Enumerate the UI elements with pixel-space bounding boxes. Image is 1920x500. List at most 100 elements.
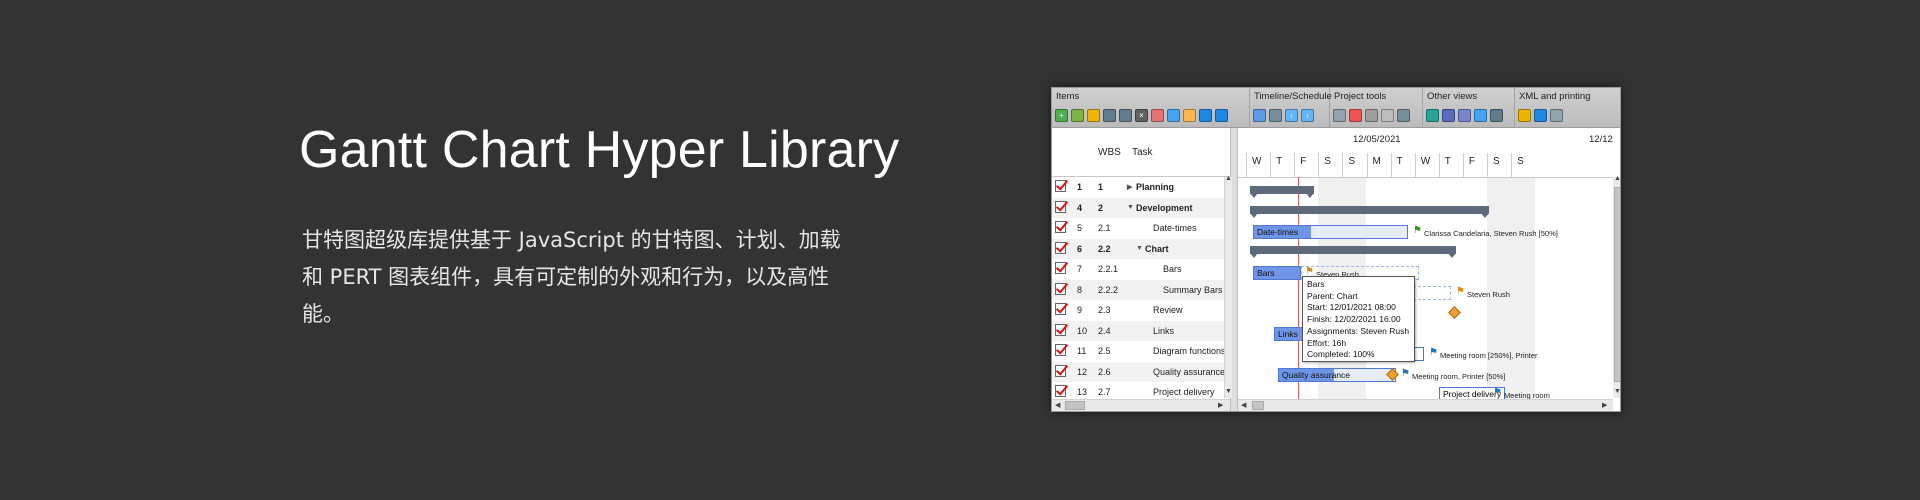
completed-checkbox[interactable] bbox=[1055, 262, 1066, 274]
load-chart-icon[interactable] bbox=[1426, 109, 1439, 122]
tooltip-parent: Parent: Chart bbox=[1307, 290, 1358, 301]
completed-checkbox[interactable] bbox=[1055, 180, 1066, 192]
scroll-right-icon[interactable]: › bbox=[1301, 109, 1314, 122]
day-label: T bbox=[1396, 156, 1403, 167]
day-separator bbox=[1438, 153, 1440, 177]
day-separator bbox=[1462, 153, 1464, 177]
bar-chart-icon[interactable] bbox=[1442, 109, 1455, 122]
ribbon-group-xml-printing: XML and printing bbox=[1515, 88, 1620, 128]
task-bar-date-times[interactable]: Date-times bbox=[1253, 225, 1408, 239]
completed-checkbox[interactable] bbox=[1055, 303, 1066, 315]
open-file-icon[interactable] bbox=[1518, 109, 1531, 122]
schedule-icon[interactable] bbox=[1333, 109, 1346, 122]
ribbon-group-other-views: Other views bbox=[1423, 88, 1515, 128]
day-separator bbox=[1390, 153, 1392, 177]
chart-vertical-scrollbar[interactable]: ▲ ▼ bbox=[1613, 175, 1620, 398]
day-separator bbox=[1342, 153, 1344, 177]
row-wbs: 2.3 bbox=[1098, 305, 1111, 315]
ribbon-group-label: Project tools bbox=[1334, 91, 1387, 102]
pert-chart-icon[interactable] bbox=[1458, 109, 1471, 122]
paste-icon[interactable] bbox=[1183, 109, 1196, 122]
column-header-task[interactable]: Task bbox=[1132, 147, 1153, 158]
row-task-name: Chart bbox=[1145, 243, 1169, 254]
row-index: 10 bbox=[1077, 325, 1088, 336]
table-row[interactable]: 1 1 ▶ Planning bbox=[1052, 177, 1230, 198]
table-row[interactable]: 11 2.5 Diagram functions bbox=[1052, 341, 1230, 362]
summary-bar-planning[interactable] bbox=[1250, 186, 1314, 198]
grid-horizontal-scrollbar[interactable]: ◀ ▶ bbox=[1052, 399, 1230, 411]
ribbon-group-label: XML and printing bbox=[1519, 91, 1591, 102]
task-bar-bars[interactable]: Bars bbox=[1253, 266, 1301, 280]
scroll-left-icon[interactable]: ‹ bbox=[1285, 109, 1298, 122]
completed-checkbox[interactable] bbox=[1055, 241, 1066, 254]
collapse-toggle-icon[interactable]: ▼ bbox=[1136, 245, 1143, 252]
move-up-icon[interactable] bbox=[1199, 109, 1212, 122]
completed-checkbox[interactable] bbox=[1055, 282, 1066, 295]
table-row[interactable]: 4 2 ▼ Development bbox=[1052, 197, 1230, 218]
task-bar-label: Links bbox=[1278, 329, 1298, 339]
outdent-icon[interactable] bbox=[1119, 109, 1132, 122]
tooltip-assignments: Assignments: Steven Rush bbox=[1307, 325, 1410, 336]
row-wbs: 2 bbox=[1098, 202, 1104, 213]
day-separator bbox=[1246, 153, 1247, 177]
ribbon-toolbar: Items + × Timeline/Schedule ‹ › Project … bbox=[1052, 88, 1620, 128]
indent-icon[interactable] bbox=[1103, 109, 1116, 122]
collapse-toggle-icon[interactable]: ▼ bbox=[1127, 204, 1134, 211]
completed-checkbox[interactable] bbox=[1055, 200, 1066, 213]
summary-bar-development[interactable] bbox=[1250, 206, 1489, 218]
task-bar-quality-assurance[interactable]: Quality assurance bbox=[1278, 368, 1396, 382]
row-wbs: 2.2.2 bbox=[1098, 284, 1119, 295]
add-item-icon[interactable]: + bbox=[1055, 109, 1068, 122]
completed-checkbox[interactable] bbox=[1055, 385, 1066, 397]
tooltip-finish: Finish: 12/02/2021 16:00 bbox=[1307, 314, 1401, 325]
ribbon-group-label: Timeline/Schedule bbox=[1254, 91, 1332, 102]
resource-label: Meeting room bbox=[1504, 391, 1550, 399]
link-icon[interactable] bbox=[1151, 109, 1164, 122]
grid-vertical-scrollbar[interactable]: ▲ ▼ bbox=[1224, 175, 1232, 398]
table-row[interactable]: 12 2.6 Quality assurance bbox=[1052, 361, 1230, 382]
delete-icon[interactable]: × bbox=[1135, 109, 1148, 122]
table-row[interactable]: 6 2.2 ▼ Chart bbox=[1052, 238, 1230, 259]
save-file-icon[interactable] bbox=[1534, 109, 1547, 122]
row-task-name: Review bbox=[1153, 305, 1183, 315]
milestone-review[interactable] bbox=[1448, 306, 1461, 319]
row-index: 9 bbox=[1077, 305, 1083, 315]
table-row[interactable]: 9 2.3 Review bbox=[1052, 300, 1230, 321]
level-icon[interactable] bbox=[1397, 109, 1410, 122]
list-view-icon[interactable] bbox=[1490, 109, 1503, 122]
copy-icon[interactable] bbox=[1167, 109, 1180, 122]
table-row[interactable]: 5 2.1 Date-times bbox=[1052, 218, 1230, 239]
resource-icon[interactable] bbox=[1381, 109, 1394, 122]
table-row[interactable]: 7 2.2.1 Bars bbox=[1052, 259, 1230, 280]
move-down-icon[interactable] bbox=[1215, 109, 1228, 122]
row-index: 12 bbox=[1077, 366, 1088, 377]
edit-item-icon[interactable] bbox=[1087, 109, 1100, 122]
flag-icon: ⚑ bbox=[1429, 347, 1438, 358]
insert-item-icon[interactable] bbox=[1071, 109, 1084, 122]
day-separator bbox=[1294, 153, 1296, 177]
day-label: T bbox=[1444, 156, 1451, 167]
column-header-wbs[interactable]: WBS bbox=[1098, 147, 1121, 158]
week-date-label: 12/05/2021 bbox=[1353, 134, 1401, 145]
task-bar-label: Date-times bbox=[1257, 227, 1299, 237]
completed-checkbox[interactable] bbox=[1055, 364, 1066, 377]
table-row[interactable]: 10 2.4 Links bbox=[1052, 320, 1230, 341]
baseline-icon[interactable] bbox=[1365, 109, 1378, 122]
table-row[interactable]: 8 2.2.2 Summary Bars bbox=[1052, 279, 1230, 300]
resource-label: Meeting room, Printer [50%] bbox=[1412, 372, 1506, 381]
chart-horizontal-scrollbar[interactable]: ◀ ▶ bbox=[1238, 399, 1613, 411]
row-index: 1 bbox=[1077, 182, 1083, 192]
zoom-icon[interactable] bbox=[1269, 109, 1282, 122]
completed-checkbox[interactable] bbox=[1055, 344, 1066, 356]
completed-checkbox[interactable] bbox=[1055, 221, 1066, 233]
completed-checkbox[interactable] bbox=[1055, 323, 1066, 336]
row-wbs: 2.7 bbox=[1098, 387, 1111, 397]
expand-toggle-icon[interactable]: ▶ bbox=[1127, 183, 1132, 191]
network-icon[interactable] bbox=[1474, 109, 1487, 122]
critical-path-icon[interactable] bbox=[1349, 109, 1362, 122]
summary-bar-chart[interactable] bbox=[1250, 246, 1456, 258]
print-icon[interactable] bbox=[1550, 109, 1563, 122]
day-label: F bbox=[1300, 156, 1307, 167]
resource-label: Meeting room [250%], Printer bbox=[1440, 351, 1538, 360]
calendar-icon[interactable] bbox=[1253, 109, 1266, 122]
